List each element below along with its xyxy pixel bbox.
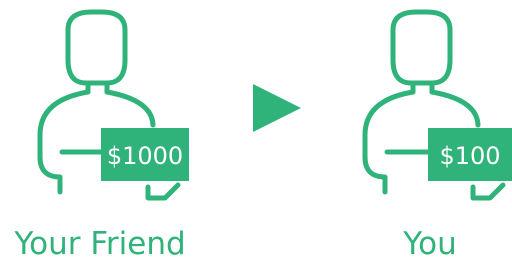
play-arrow-icon: [253, 84, 301, 132]
amount-friend: $1000: [107, 142, 183, 170]
transfer-illustration: $1000 $100 Your Friend You: [0, 0, 512, 262]
amount-you: $100: [439, 142, 500, 170]
person-name-you: You: [403, 226, 457, 262]
person-name-friend: Your Friend: [14, 226, 186, 262]
illustration-canvas: $1000 $100: [37, 9, 512, 201]
